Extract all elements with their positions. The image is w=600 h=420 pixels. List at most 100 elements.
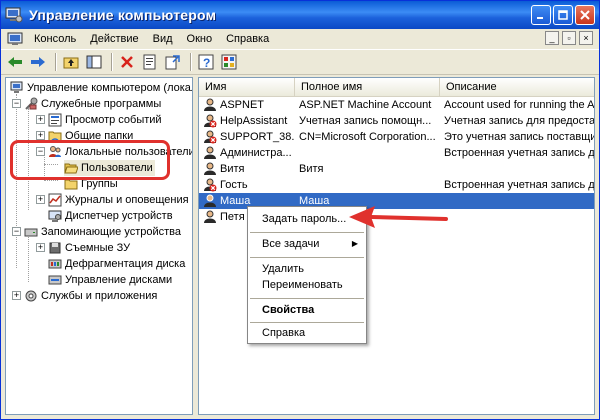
tree-item-removable[interactable]: Съемные ЗУ: [48, 240, 130, 256]
computer-management-icon: [5, 7, 23, 23]
mdi-close-button[interactable]: ×: [579, 31, 593, 45]
user-name: Гость: [220, 179, 248, 191]
user-name: SUPPORT_38...: [220, 131, 295, 143]
delete-button[interactable]: [117, 52, 137, 72]
back-icon: [8, 57, 22, 67]
user-name: Маша: [220, 195, 251, 207]
menu-item-properties[interactable]: Свойства: [250, 301, 364, 319]
window-title: Управление компьютером: [29, 7, 217, 23]
user-icon: [204, 194, 216, 207]
collapse-utilities-toggle[interactable]: −: [12, 99, 21, 108]
tree-item-event-viewer[interactable]: Просмотр событий: [48, 112, 162, 128]
tree-label: Службы и приложения: [41, 290, 158, 302]
disk-management-icon: [48, 275, 62, 285]
tree-item-perf-logs[interactable]: Журналы и оповещения пр: [48, 192, 193, 208]
up-level-button[interactable]: [61, 52, 81, 72]
menu-console[interactable]: Консоль: [27, 33, 83, 45]
column-header-name[interactable]: Имя: [199, 78, 295, 96]
console-tree[interactable]: Управление компьютером (локал − Служебны…: [5, 77, 193, 415]
tree-item-services[interactable]: Службы и приложения: [24, 288, 157, 304]
services-icon: [25, 290, 37, 302]
tree-item-defrag[interactable]: Дефрагментация диска: [48, 256, 185, 272]
menu-bar: Консоль Действие Вид Окно Справка _ ▫ ×: [1, 29, 599, 49]
user-name: ASPNET: [220, 99, 265, 111]
mdi-minimize-button[interactable]: _: [545, 31, 559, 45]
storage-icon: [24, 228, 38, 237]
back-button[interactable]: [5, 52, 25, 72]
removable-storage-icon: [49, 242, 61, 254]
toolbar-separator: [55, 53, 57, 71]
expand-event-viewer-toggle[interactable]: +: [36, 115, 45, 124]
properties-button[interactable]: [140, 52, 160, 72]
menu-action[interactable]: Действие: [83, 33, 145, 45]
tree-item-storage[interactable]: Запоминающие устройства: [24, 224, 181, 240]
user-name: Витя: [220, 163, 245, 175]
forward-icon: [31, 57, 45, 67]
menu-item-label: Все задачи: [262, 238, 320, 250]
table-row[interactable]: SUPPORT_38... CN=Microsoft Corporation..…: [199, 129, 594, 145]
performance-logs-icon: [48, 193, 62, 207]
disabled-user-icon: [204, 130, 217, 144]
expand-perf-logs-toggle[interactable]: +: [36, 195, 45, 204]
menu-separator: [250, 322, 364, 323]
svg-text:?: ?: [203, 56, 210, 70]
expand-shared-folders-toggle[interactable]: +: [36, 131, 45, 140]
table-row[interactable]: Администра... Встроенная учетная запись …: [199, 145, 594, 161]
submenu-arrow-icon: ▶: [351, 239, 358, 248]
maximize-button[interactable]: [553, 5, 573, 25]
table-row[interactable]: HelpAssistant Учетная запись помощн... У…: [199, 113, 594, 129]
title-bar[interactable]: Управление компьютером: [1, 1, 599, 29]
mmc-button[interactable]: [219, 52, 239, 72]
tree-item-device-manager[interactable]: Диспетчер устройств: [48, 208, 173, 224]
show-hide-tree-button[interactable]: [84, 52, 104, 72]
console-icon[interactable]: [7, 32, 23, 46]
disabled-user-icon: [204, 178, 217, 192]
user-description: Учетная запись для предоставлен: [444, 115, 594, 127]
menu-item-rename[interactable]: Переименовать: [250, 276, 364, 294]
forward-button[interactable]: [28, 52, 48, 72]
minimize-button[interactable]: [531, 5, 551, 25]
show-tree-icon: [86, 55, 102, 69]
expand-services-toggle[interactable]: +: [12, 291, 21, 300]
tree-root-label: Управление компьютером (локал: [27, 82, 193, 94]
tree-label: Дефрагментация диска: [65, 258, 186, 270]
user-icon: [204, 162, 216, 175]
defrag-icon: [48, 259, 62, 269]
export-list-button[interactable]: [163, 52, 183, 72]
user-full-name: Учетная запись помощн...: [299, 115, 432, 127]
disabled-user-icon: [204, 114, 217, 128]
export-icon: [165, 55, 180, 70]
expand-removable-toggle[interactable]: +: [36, 243, 45, 252]
mdi-restore-button[interactable]: ▫: [562, 31, 576, 45]
tree-root[interactable]: Управление компьютером (локал: [10, 80, 193, 96]
tree-item-utilities[interactable]: Служебные программы: [24, 96, 161, 112]
toolbar-separator: [190, 53, 192, 71]
user-name: Администра...: [220, 147, 292, 159]
column-header-description[interactable]: Описание: [440, 78, 594, 96]
column-header-full-name[interactable]: Полное имя: [295, 78, 440, 96]
help-button[interactable]: ?: [196, 52, 216, 72]
menu-view[interactable]: Вид: [146, 33, 180, 45]
menu-item-all-tasks[interactable]: Все задачи ▶: [250, 235, 364, 253]
table-row[interactable]: Витя Витя: [199, 161, 594, 177]
highlight-callout-users-node: [10, 140, 170, 180]
table-row[interactable]: Гость Встроенная учетная запись для д: [199, 177, 594, 193]
mmc-icon: [221, 54, 237, 70]
toolbar-separator: [111, 53, 113, 71]
user-icon: [204, 210, 216, 223]
user-description: Встроенная учетная запись для ад: [444, 147, 594, 159]
maximize-icon: [558, 10, 568, 20]
user-name: HelpAssistant: [220, 115, 288, 127]
menu-separator: [250, 257, 364, 258]
table-row[interactable]: ASPNET ASP.NET Machine Account Account u…: [199, 97, 594, 113]
close-button[interactable]: [575, 5, 595, 25]
tree-label: Запоминающие устройства: [41, 226, 182, 238]
menu-help[interactable]: Справка: [219, 33, 276, 45]
collapse-storage-toggle[interactable]: −: [12, 227, 21, 236]
computer-management-icon: [10, 81, 23, 93]
menu-item-help[interactable]: Справка: [250, 324, 364, 342]
menu-window[interactable]: Окно: [180, 33, 220, 45]
tree-item-disk-management[interactable]: Управление дисками: [48, 272, 172, 288]
user-name: Петя: [220, 211, 245, 223]
tree-label: Журналы и оповещения пр: [65, 194, 193, 206]
